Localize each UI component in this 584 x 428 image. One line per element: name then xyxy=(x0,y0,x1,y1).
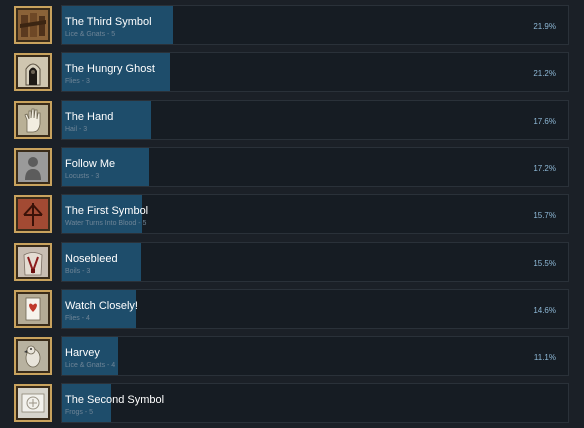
achievement-panel: The Hungry Ghost Flies - 3 21.2% xyxy=(61,52,569,93)
unlock-percentage: 15.5% xyxy=(533,258,556,268)
achievement-row-harvey[interactable]: Harvey Lice & Gnats - 4 11.1% xyxy=(0,336,584,381)
achievement-row-nosebleed[interactable]: Nosebleed Boils - 3 15.5% xyxy=(0,241,584,287)
achievement-title: Nosebleed xyxy=(65,252,118,265)
torso-icon xyxy=(14,242,52,281)
achievement-title: The Second Symbol xyxy=(65,394,165,407)
achievement-panel: The Second Symbol Frogs - 5 xyxy=(61,383,569,424)
achievement-row-the-third-symbol[interactable]: The Third Symbol Lice & Gnats - 5 21.9% xyxy=(0,5,584,50)
achievement-detail: Flies - 3 xyxy=(65,78,90,86)
achievement-detail: Boils - 3 xyxy=(65,267,91,275)
achievement-title: The Hand xyxy=(65,110,114,123)
achievement-panel: The Third Symbol Lice & Gnats - 5 21.9% xyxy=(61,5,569,45)
unlock-percentage: 17.2% xyxy=(533,163,556,173)
unlock-percentage: 17.6% xyxy=(533,116,556,126)
achievement-list: The Third Symbol Lice & Gnats - 5 21.9% The… xyxy=(0,0,584,426)
achievement-panel: Harvey Lice & Gnats - 4 11.1% xyxy=(61,336,569,377)
unlock-percentage: 14.6% xyxy=(533,305,556,315)
parrot-icon xyxy=(14,337,52,376)
hand-icon xyxy=(14,100,52,139)
silhouette-icon xyxy=(14,147,52,186)
achievement-detail: Flies - 4 xyxy=(65,314,90,322)
achievement-title: The Hungry Ghost xyxy=(65,63,155,76)
achievement-detail: Lice & Gnats - 4 xyxy=(65,362,116,370)
achievement-row-the-second-symbol[interactable]: The Second Symbol Frogs - 5 xyxy=(0,383,584,428)
achievement-detail: Lice & Gnats - 5 xyxy=(65,31,116,38)
unlock-percentage: 15.7% xyxy=(533,211,556,221)
achievement-detail: Water Turns Into Blood - 5 xyxy=(65,220,147,228)
achievement-panel: The Hand Hail - 3 17.6% xyxy=(61,99,569,140)
hooded-figure-icon xyxy=(14,53,52,92)
achievement-title: Watch Closely! xyxy=(65,299,138,312)
unlock-percentage: 21.2% xyxy=(533,69,556,79)
achievement-panel: Follow Me Locusts - 3 17.2% xyxy=(61,146,569,187)
achievement-title: Follow Me xyxy=(65,157,116,170)
achievement-panel: Nosebleed Boils - 3 15.5% xyxy=(61,241,569,282)
white-sigil-icon xyxy=(14,384,52,423)
achievement-detail: Hail - 3 xyxy=(65,125,88,133)
achievement-title: The Third Symbol xyxy=(65,16,152,28)
red-rune-icon xyxy=(14,195,52,234)
achievement-detail: Locusts - 3 xyxy=(65,172,100,180)
achievement-row-follow-me[interactable]: Follow Me Locusts - 3 17.2% xyxy=(0,146,584,192)
achievement-panel: Watch Closely! Flies - 4 14.6% xyxy=(61,288,569,329)
achievement-detail: Frogs - 5 xyxy=(65,409,94,417)
unlock-percentage: 11.1% xyxy=(533,353,556,363)
wooden-planks-icon xyxy=(14,6,52,44)
achievement-row-watch-closely[interactable]: Watch Closely! Flies - 4 14.6% xyxy=(0,288,584,334)
achievement-title: The First Symbol xyxy=(65,205,149,218)
unlock-percentage: 21.9% xyxy=(533,22,556,31)
achievement-row-the-hungry-ghost[interactable]: The Hungry Ghost Flies - 3 21.2% xyxy=(0,52,584,97)
playing-card-icon xyxy=(14,289,52,328)
achievement-row-the-first-symbol[interactable]: The First Symbol Water Turns Into Blood -… xyxy=(0,194,584,239)
achievement-row-the-hand[interactable]: The Hand Hail - 3 17.6% xyxy=(0,99,584,145)
achievement-title: Harvey xyxy=(65,347,100,360)
achievement-panel: The First Symbol Water Turns Into Blood -… xyxy=(61,194,569,235)
